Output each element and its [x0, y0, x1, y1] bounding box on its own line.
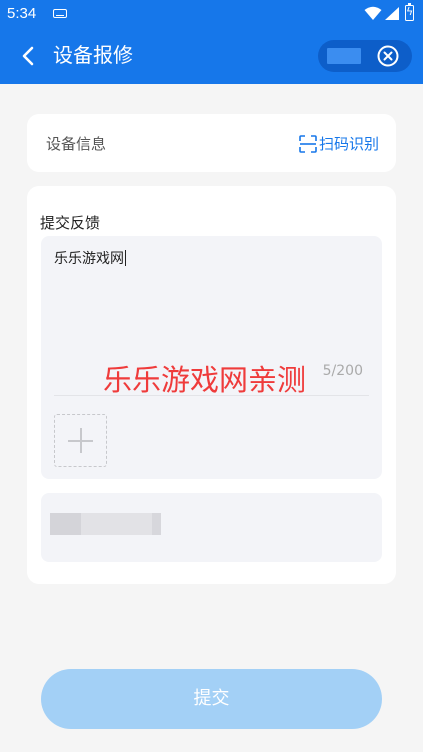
- signal-icon: [385, 7, 399, 20]
- keyboard-icon: [53, 9, 67, 18]
- feedback-input-text: 乐乐游戏网: [54, 250, 126, 267]
- submit-button[interactable]: 提交: [41, 669, 382, 729]
- feedback-card: 提交反馈 乐乐游戏网 5/200 乐乐游戏网亲测: [27, 186, 396, 584]
- blurred-content: [50, 513, 81, 535]
- add-image-button[interactable]: [54, 414, 107, 467]
- scan-button[interactable]: 扫码识别: [299, 133, 379, 154]
- battery-charging-icon: [405, 3, 414, 21]
- status-time: 5:34: [7, 5, 37, 22]
- feedback-title: 提交反馈: [40, 214, 101, 232]
- watermark-text: 乐乐游戏网亲测: [103, 363, 307, 397]
- close-circle-icon[interactable]: [377, 45, 399, 67]
- mini-program-capsule: [318, 40, 412, 72]
- device-info-card: 设备信息 扫码识别: [27, 114, 396, 172]
- text-caret: [125, 250, 126, 266]
- device-info-label: 设备信息: [46, 135, 107, 153]
- char-counter: 5/200: [322, 363, 363, 379]
- scan-icon: [299, 134, 317, 153]
- status-bar: 5:34: [0, 0, 423, 28]
- page-title: 设备报修: [53, 43, 133, 67]
- capsule-menu-placeholder[interactable]: [327, 48, 361, 64]
- chevron-left-icon[interactable]: [17, 44, 41, 68]
- blurred-field[interactable]: [41, 493, 382, 562]
- app-bar: 设备报修: [0, 28, 423, 84]
- scan-label: 扫码识别: [318, 135, 379, 153]
- wifi-icon: [364, 6, 382, 20]
